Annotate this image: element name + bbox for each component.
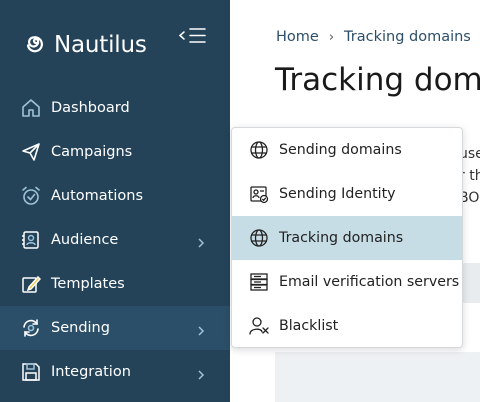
menu-item-sending-domains[interactable]: Sending domains <box>232 128 462 172</box>
sidebar-item-templates[interactable]: Templates <box>0 262 230 306</box>
menu-item-label: Tracking domains <box>279 230 404 246</box>
sync-globe-icon <box>20 317 42 339</box>
menu-item-sending-identity[interactable]: Sending Identity <box>232 172 462 216</box>
paper-plane-icon <box>20 141 42 163</box>
breadcrumb-current[interactable]: Tracking domains <box>344 29 471 45</box>
pencil-note-icon <box>20 273 42 295</box>
sidebar-item-automations[interactable]: Automations <box>0 174 230 218</box>
sending-submenu: Sending domains Sending Identity Trackin… <box>231 127 463 348</box>
background-panel <box>275 352 480 402</box>
alarm-clock-icon <box>20 185 42 207</box>
menu-item-tracking-domains[interactable]: Tracking domains <box>232 216 462 260</box>
menu-collapse-icon[interactable] <box>178 26 208 48</box>
spiral-logo-icon <box>24 31 48 59</box>
globe-icon <box>248 139 270 161</box>
sidebar-item-label: Automations <box>51 188 144 204</box>
sidebar-item-label: Sending <box>51 320 110 336</box>
menu-item-blacklist[interactable]: Blacklist <box>232 304 462 347</box>
chevron-right-icon <box>196 234 206 248</box>
sidebar-item-label: Dashboard <box>51 100 130 116</box>
sidebar-item-label: Integration <box>51 364 131 380</box>
menu-item-label: Sending domains <box>279 142 402 158</box>
floppy-disk-icon <box>20 361 42 383</box>
menu-item-label: Sending Identity <box>279 186 396 202</box>
sidebar-item-sending[interactable]: Sending <box>0 306 230 350</box>
sidebar: Nautilus Dashboard Campaigns Automations… <box>0 0 230 402</box>
menu-item-label: Blacklist <box>279 318 339 334</box>
id-card-check-icon <box>248 183 270 205</box>
globe-icon <box>248 227 270 249</box>
sidebar-item-label: Audience <box>51 232 119 248</box>
brand-name: Nautilus <box>54 32 147 58</box>
menu-item-email-verification-servers[interactable]: Email verification servers <box>232 260 462 304</box>
menu-item-label: Email verification servers <box>279 274 460 290</box>
breadcrumb: Home › Tracking domains <box>276 29 471 45</box>
sidebar-item-label: Templates <box>51 276 125 292</box>
sidebar-nav: Dashboard Campaigns Automations Audience <box>0 86 230 394</box>
background-button[interactable] <box>462 263 480 303</box>
contact-card-icon <box>20 229 42 251</box>
chevron-right-icon <box>196 366 206 380</box>
sidebar-item-label: Campaigns <box>51 144 133 160</box>
server-icon <box>248 271 270 293</box>
breadcrumb-separator: › <box>328 29 335 45</box>
user-block-icon <box>248 315 270 337</box>
sidebar-item-audience[interactable]: Audience <box>0 218 230 262</box>
sidebar-item-integration[interactable]: Integration <box>0 350 230 394</box>
page-title: Tracking domains <box>275 62 480 98</box>
breadcrumb-home[interactable]: Home <box>276 29 319 45</box>
brand-logo[interactable]: Nautilus <box>24 30 147 60</box>
chevron-right-icon <box>196 322 206 336</box>
sidebar-item-campaigns[interactable]: Campaigns <box>0 130 230 174</box>
home-icon <box>20 97 42 119</box>
sidebar-item-dashboard[interactable]: Dashboard <box>0 86 230 130</box>
